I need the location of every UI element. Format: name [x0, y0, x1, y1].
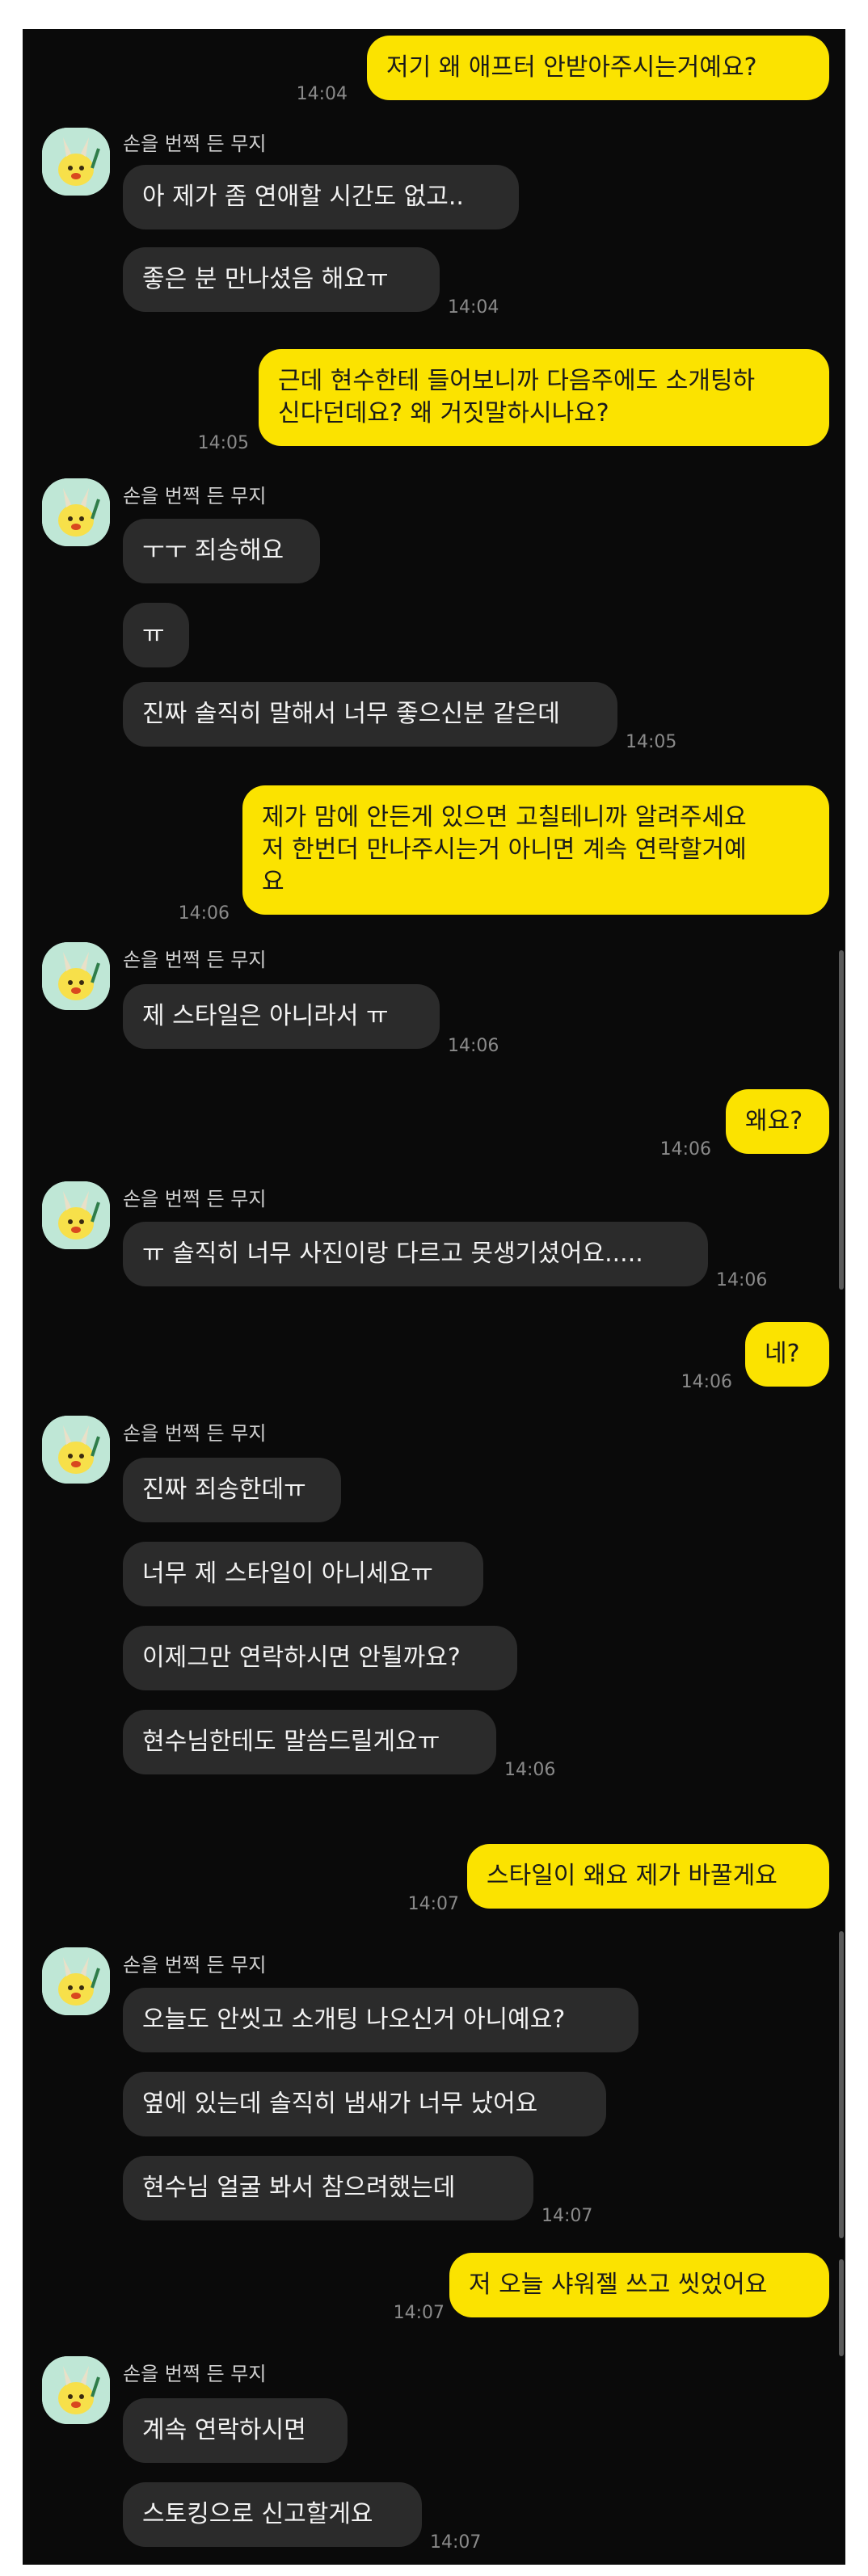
muzi-avatar-icon [42, 478, 110, 546]
sender-name: 손을 번쩍 든 무지 [123, 1954, 267, 1976]
their-message-bubble[interactable]: 스토킹으로 신고할게요 [123, 2482, 422, 2547]
scrollbar[interactable] [839, 950, 844, 1290]
sender-avatar[interactable] [42, 942, 110, 1010]
their-message-bubble[interactable]: ㅠ [123, 603, 189, 667]
message-time: 14:04 [296, 84, 348, 104]
message-time: 14:06 [448, 1036, 499, 1056]
message-time: 14:06 [504, 1760, 556, 1780]
scrollbar[interactable] [839, 1931, 844, 2238]
their-message-bubble[interactable]: 제 스타일은 아니라서 ㅠ [123, 984, 440, 1049]
my-message-bubble[interactable]: 저기 왜 애프터 안받아주시는거예요? [367, 36, 829, 100]
my-message-bubble[interactable]: 근데 현수한테 들어보니까 다음주에도 소개팅하 신다던데요? 왜 거짓말하시나… [259, 349, 829, 446]
message-time: 14:05 [197, 433, 249, 453]
their-message-bubble[interactable]: 계속 연락하시면 [123, 2398, 348, 2463]
their-message-bubble[interactable]: ㅠ 솔직히 너무 사진이랑 다르고 못생기셨어요..... [123, 1222, 708, 1286]
chat-view[interactable]: 저기 왜 애프터 안받아주시는거예요? 14:04 손을 번쩍 든 무지 아 제… [23, 29, 845, 2565]
message-time: 14:06 [716, 1270, 768, 1290]
muzi-avatar-icon [42, 942, 110, 1010]
their-message-bubble[interactable]: 아 제가 좀 연애할 시간도 없고.. [123, 165, 519, 229]
message-time: 14:07 [393, 2303, 445, 2323]
message-time: 14:06 [178, 903, 230, 924]
muzi-avatar-icon [42, 128, 110, 196]
muzi-avatar-icon [42, 1947, 110, 2015]
message-time: 14:07 [407, 1894, 459, 1914]
their-message-bubble[interactable]: ㅜㅜ 죄송해요 [123, 519, 320, 583]
sender-name: 손을 번쩍 든 무지 [123, 1422, 267, 1445]
their-message-bubble[interactable]: 너무 제 스타일이 아니세요ㅠ [123, 1542, 483, 1606]
sender-avatar[interactable] [42, 478, 110, 546]
their-message-bubble[interactable]: 현수님한테도 말씀드릴게요ㅠ [123, 1710, 496, 1774]
scrollbar[interactable] [839, 2259, 844, 2356]
my-message-bubble[interactable]: 스타일이 왜요 제가 바꿀게요 [467, 1844, 829, 1909]
their-message-bubble[interactable]: 진짜 죄송한데ㅠ [123, 1458, 341, 1522]
my-message-bubble[interactable]: 제가 맘에 안든게 있으면 고칠테니까 알려주세요 저 한번더 만나주시는거 아… [242, 785, 829, 915]
their-message-bubble[interactable]: 좋은 분 만나셨음 해요ㅠ [123, 247, 440, 312]
message-time: 14:04 [448, 297, 499, 318]
sender-name: 손을 번쩍 든 무지 [123, 949, 267, 971]
message-time: 14:07 [430, 2532, 482, 2553]
sender-avatar[interactable] [42, 2356, 110, 2424]
muzi-avatar-icon [42, 1181, 110, 1249]
message-time: 14:05 [626, 732, 677, 752]
sender-name: 손을 번쩍 든 무지 [123, 133, 267, 155]
sender-avatar[interactable] [42, 1416, 110, 1484]
sender-avatar[interactable] [42, 1181, 110, 1249]
message-time: 14:07 [541, 2206, 593, 2226]
sender-name: 손을 번쩍 든 무지 [123, 485, 267, 507]
my-message-bubble[interactable]: 네? [745, 1322, 829, 1387]
muzi-avatar-icon [42, 2356, 110, 2424]
my-message-bubble[interactable]: 왜요? [726, 1089, 829, 1154]
message-time: 14:06 [659, 1139, 711, 1160]
sender-avatar[interactable] [42, 1947, 110, 2015]
their-message-bubble[interactable]: 진짜 솔직히 말해서 너무 좋으신분 같은데 [123, 682, 617, 747]
sender-avatar[interactable] [42, 128, 110, 196]
my-message-bubble[interactable]: 저 오늘 샤워젤 쓰고 씻었어요 [449, 2253, 829, 2317]
their-message-bubble[interactable]: 옆에 있는데 솔직히 냄새가 너무 났어요 [123, 2072, 606, 2136]
sender-name: 손을 번쩍 든 무지 [123, 2363, 267, 2385]
message-time: 14:06 [680, 1372, 732, 1392]
muzi-avatar-icon [42, 1416, 110, 1484]
their-message-bubble[interactable]: 이제그만 연락하시면 안될까요? [123, 1626, 517, 1690]
their-message-bubble[interactable]: 현수님 얼굴 봐서 참으려했는데 [123, 2156, 533, 2220]
sender-name: 손을 번쩍 든 무지 [123, 1188, 267, 1210]
their-message-bubble[interactable]: 오늘도 안씻고 소개팅 나오신거 아니예요? [123, 1988, 638, 2052]
